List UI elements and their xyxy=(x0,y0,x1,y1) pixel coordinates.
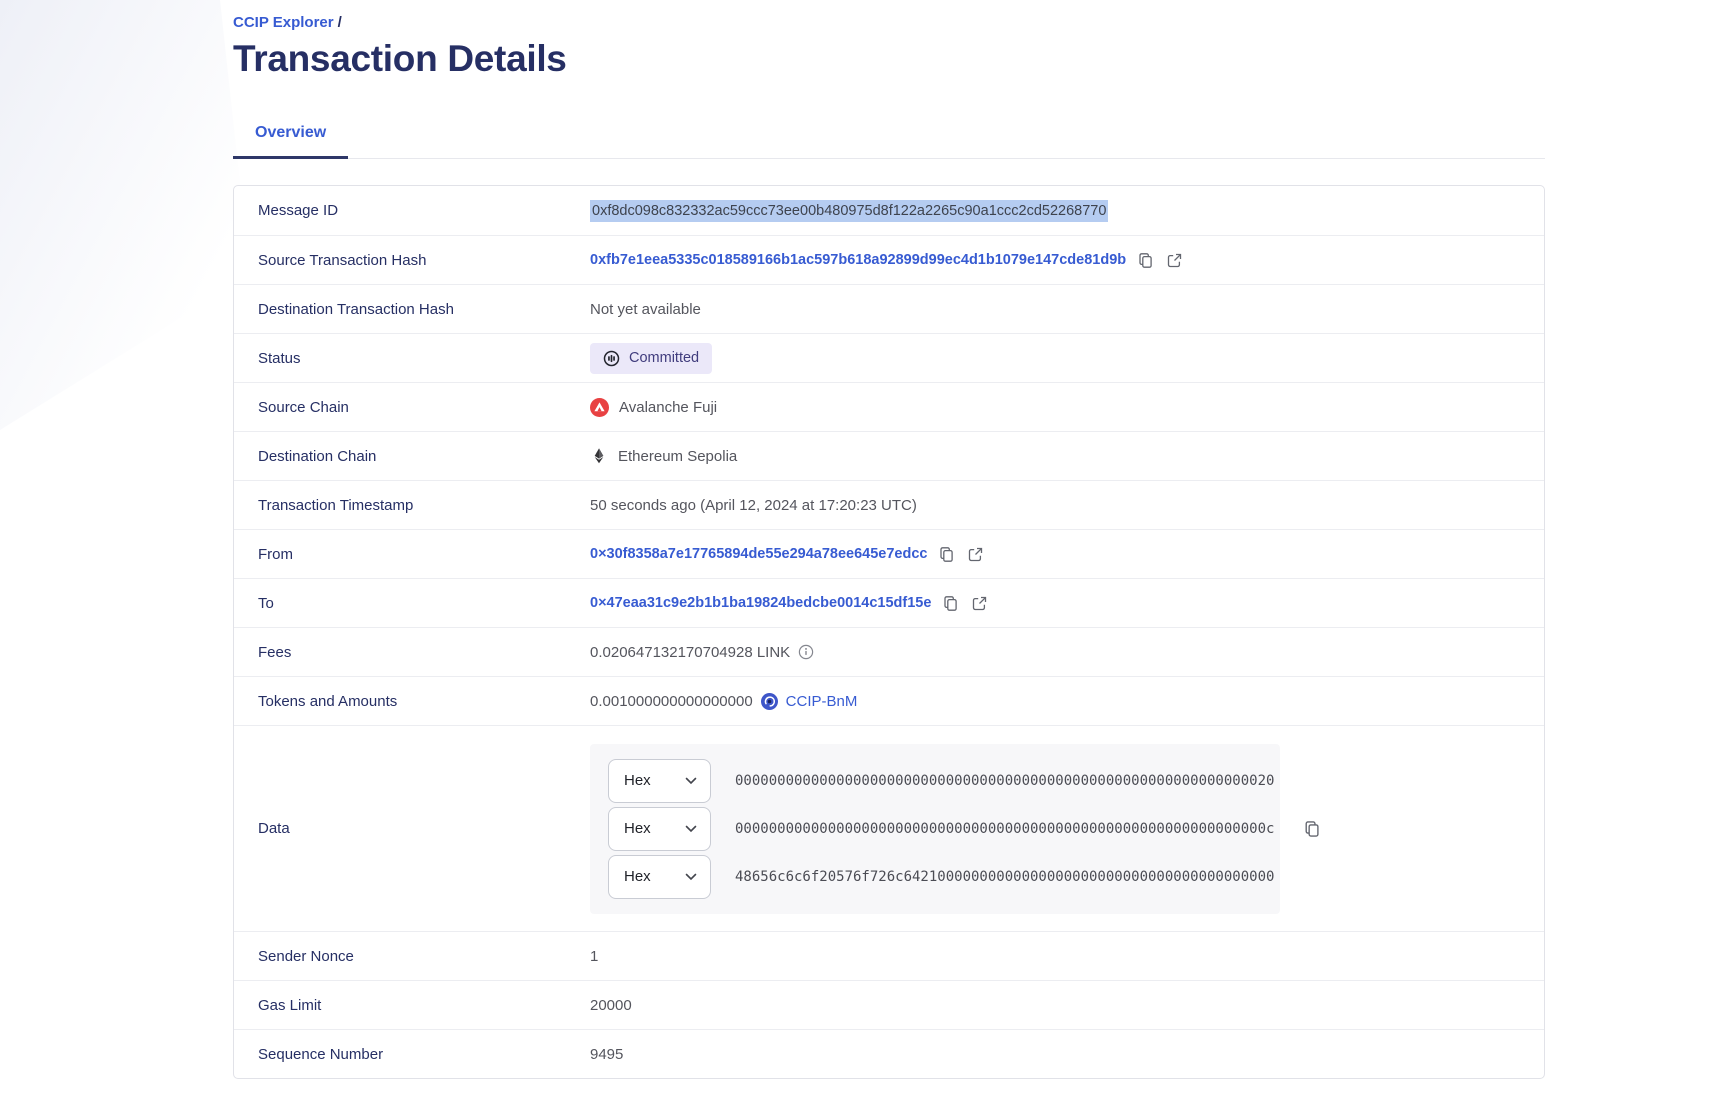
data-hex-line: 0000000000000000000000000000000000000000… xyxy=(735,773,1274,789)
copy-icon[interactable] xyxy=(1302,819,1322,839)
table-row-sequence-number: Sequence Number 9495 xyxy=(234,1029,1544,1078)
row-label: Message ID xyxy=(234,202,590,219)
avalanche-icon xyxy=(590,398,609,417)
data-line: Hex 48656c6c6f20576f726c6421000000000000… xyxy=(608,855,1280,899)
encoding-select-value: Hex xyxy=(624,868,651,885)
row-label: Source Chain xyxy=(234,399,590,416)
data-hex-panel: Hex 000000000000000000000000000000000000… xyxy=(590,744,1280,914)
status-committed-icon xyxy=(603,350,620,367)
copy-icon[interactable] xyxy=(937,545,956,564)
fees-value: 0.020647132170704928 LINK xyxy=(590,644,790,661)
token-amount: 0.001000000000000000 xyxy=(590,693,753,710)
encoding-select-value: Hex xyxy=(624,820,651,837)
data-hex-line: 48656c6c6f20576f726c64210000000000000000… xyxy=(735,869,1274,885)
encoding-select-value: Hex xyxy=(624,772,651,789)
table-row-status: Status Committed xyxy=(234,333,1544,382)
main-content: CCIP Explorer/ Transaction Details Overv… xyxy=(233,0,1545,1079)
table-row-from: From 0×30f8358a7e17765894de55e294a78ee64… xyxy=(234,529,1544,578)
tab-overview[interactable]: Overview xyxy=(233,114,348,159)
table-row-to: To 0×47eaa31c9e2b1b1ba19824bedcbe0014c15… xyxy=(234,578,1544,627)
copy-icon[interactable] xyxy=(1136,251,1155,270)
row-label: Source Transaction Hash xyxy=(234,252,590,269)
transaction-details-table: Message ID 0xf8dc098c832332ac59ccc73ee00… xyxy=(233,185,1545,1079)
source-tx-hash-link[interactable]: 0xfb7e1eea5335c018589166b1ac597b618a9289… xyxy=(590,252,1126,268)
breadcrumb-separator: / xyxy=(338,14,342,31)
row-label: Tokens and Amounts xyxy=(234,693,590,710)
message-id-value: 0xf8dc098c832332ac59ccc73ee00b480975d8f1… xyxy=(590,200,1108,222)
encoding-select[interactable]: Hex xyxy=(608,759,711,803)
from-address-link[interactable]: 0×30f8358a7e17765894de55e294a78ee645e7ed… xyxy=(590,546,927,562)
gas-limit-value: 20000 xyxy=(590,997,632,1014)
dest-tx-hash-value: Not yet available xyxy=(590,301,701,318)
table-row-message-id: Message ID 0xf8dc098c832332ac59ccc73ee00… xyxy=(234,186,1544,235)
data-line: Hex 000000000000000000000000000000000000… xyxy=(608,759,1280,803)
tab-bar: Overview xyxy=(233,114,1545,159)
sequence-number-value: 9495 xyxy=(590,1046,623,1063)
to-address-link[interactable]: 0×47eaa31c9e2b1b1ba19824bedcbe0014c15df1… xyxy=(590,595,931,611)
row-label: Sender Nonce xyxy=(234,948,590,965)
page-title: Transaction Details xyxy=(233,38,1545,80)
table-row-gas-limit: Gas Limit 20000 xyxy=(234,980,1544,1029)
data-hex-line: 0000000000000000000000000000000000000000… xyxy=(735,821,1274,837)
row-label: To xyxy=(234,595,590,612)
encoding-select[interactable]: Hex xyxy=(608,855,711,899)
table-row-fees: Fees 0.020647132170704928 LINK xyxy=(234,627,1544,676)
table-row-tokens: Tokens and Amounts 0.001000000000000000 … xyxy=(234,676,1544,725)
table-row-data: Data Hex 0000000000000000000000000000000… xyxy=(234,725,1544,931)
table-row-sender-nonce: Sender Nonce 1 xyxy=(234,931,1544,980)
row-label: Gas Limit xyxy=(234,997,590,1014)
external-link-icon[interactable] xyxy=(1165,251,1184,270)
encoding-select[interactable]: Hex xyxy=(608,807,711,851)
row-label: Fees xyxy=(234,644,590,661)
row-label: Status xyxy=(234,350,590,367)
table-row-source-chain: Source Chain Avalanche Fuji xyxy=(234,382,1544,431)
timestamp-value: 50 seconds ago (April 12, 2024 at 17:20:… xyxy=(590,497,917,514)
row-label: Destination Transaction Hash xyxy=(234,301,590,318)
ethereum-icon xyxy=(590,447,608,465)
token-link[interactable]: CCIP-BnM xyxy=(786,693,858,710)
row-label: From xyxy=(234,546,590,563)
sender-nonce-value: 1 xyxy=(590,948,598,965)
breadcrumb-link-ccip-explorer[interactable]: CCIP Explorer xyxy=(233,14,334,31)
row-label: Sequence Number xyxy=(234,1046,590,1063)
table-row-timestamp: Transaction Timestamp 50 seconds ago (Ap… xyxy=(234,480,1544,529)
external-link-icon[interactable] xyxy=(966,545,985,564)
chevron-down-icon xyxy=(685,825,697,833)
status-badge-label: Committed xyxy=(629,350,699,366)
row-label: Transaction Timestamp xyxy=(234,497,590,514)
external-link-icon[interactable] xyxy=(970,594,989,613)
chevron-down-icon xyxy=(685,873,697,881)
table-row-dest-chain: Destination Chain Ethereum Sepolia xyxy=(234,431,1544,480)
table-row-source-tx-hash: Source Transaction Hash 0xfb7e1eea5335c0… xyxy=(234,235,1544,284)
data-line: Hex 000000000000000000000000000000000000… xyxy=(608,807,1280,851)
background-gradient-decoration xyxy=(0,0,250,430)
dest-chain-name: Ethereum Sepolia xyxy=(618,448,737,465)
table-row-dest-tx-hash: Destination Transaction Hash Not yet ava… xyxy=(234,284,1544,333)
copy-icon[interactable] xyxy=(941,594,960,613)
chevron-down-icon xyxy=(685,777,697,785)
row-label: Destination Chain xyxy=(234,448,590,465)
info-icon[interactable] xyxy=(798,644,814,660)
status-badge: Committed xyxy=(590,343,712,374)
source-chain-name: Avalanche Fuji xyxy=(619,399,717,416)
ccip-bnm-token-icon xyxy=(761,693,778,710)
breadcrumb: CCIP Explorer/ xyxy=(233,0,1545,31)
row-label: Data xyxy=(234,820,590,837)
